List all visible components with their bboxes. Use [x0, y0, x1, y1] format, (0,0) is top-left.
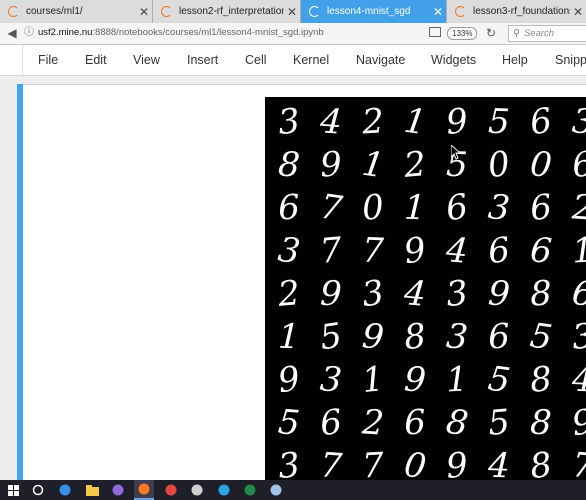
- tab-title: courses/ml1/: [26, 6, 83, 17]
- url-host: usf2.mine.nu: [38, 27, 93, 38]
- mouse-cursor-icon: [451, 145, 461, 160]
- selected-cell-indicator: [17, 84, 23, 480]
- app-icon[interactable]: [108, 480, 128, 500]
- mnist-digit: 9: [486, 273, 512, 315]
- excel-icon[interactable]: [240, 480, 260, 500]
- url-path: :8888/notebooks/courses/ml1/lesson4-mnis…: [92, 27, 324, 38]
- windows-taskbar: [0, 480, 586, 500]
- menu-cell[interactable]: Cell: [245, 45, 267, 75]
- mnist-digits-image: 3421956389125006670163623779466129343986…: [265, 97, 586, 480]
- tab-courses-ml1[interactable]: courses/ml1/ ✕: [0, 0, 153, 23]
- edge-icon[interactable]: [55, 480, 75, 500]
- jupyter-favicon-icon: [455, 6, 466, 17]
- mnist-digit: 6: [528, 230, 554, 272]
- mnist-digit: 4: [318, 101, 344, 143]
- menu-insert[interactable]: Insert: [187, 45, 218, 75]
- menu-file[interactable]: File: [38, 45, 58, 75]
- tab-lesson3-rf-foundations[interactable]: lesson3-rf_foundations ✕: [447, 0, 586, 23]
- search-icon: ⚲: [513, 28, 520, 39]
- firefox-icon[interactable]: [134, 480, 154, 500]
- mnist-digit: 6: [569, 272, 586, 316]
- tab-title: lesson2-rf_interpretation: [179, 6, 284, 17]
- mnist-digit: 3: [444, 316, 470, 358]
- zoom-level-badge[interactable]: 133%: [447, 27, 478, 40]
- menu-left-edge: [22, 45, 23, 75]
- menu-help[interactable]: Help: [502, 45, 528, 75]
- menu-navigate[interactable]: Navigate: [356, 45, 405, 75]
- tab-lesson4-mnist-sgd[interactable]: lesson4-mnist_sgd ✕: [301, 0, 447, 23]
- mnist-digit: 8: [276, 144, 302, 186]
- reader-view-icon[interactable]: [429, 27, 441, 37]
- mnist-digit: 9: [444, 445, 470, 480]
- chrome-icon[interactable]: [161, 480, 181, 500]
- mnist-digit: 3: [276, 444, 302, 480]
- site-info-icon[interactable]: ⓘ: [24, 25, 36, 41]
- mnist-digit: 2: [276, 273, 302, 315]
- mnist-digit: 9: [444, 101, 470, 143]
- menu-snippets[interactable]: Snippets: [555, 45, 586, 75]
- mnist-digit: 0: [401, 444, 429, 480]
- menu-edit[interactable]: Edit: [85, 45, 107, 75]
- close-tab-icon[interactable]: ✕: [284, 5, 300, 19]
- mnist-digit: 7: [361, 445, 385, 480]
- menu-view[interactable]: View: [133, 45, 160, 75]
- jupyter-favicon-icon: [309, 6, 320, 17]
- mnist-digit: 2: [402, 144, 428, 186]
- search-input[interactable]: ⚲ Search: [508, 25, 586, 42]
- mnist-digit: 3: [570, 316, 586, 358]
- mnist-digit: 7: [318, 445, 344, 480]
- tab-title: lesson4-mnist_sgd: [327, 6, 411, 17]
- jupyter-menu-bar: File Edit View Insert Cell Kernel Naviga…: [0, 45, 586, 76]
- cortana-icon[interactable]: [28, 480, 48, 500]
- close-tab-icon[interactable]: ✕: [430, 5, 446, 19]
- jupyter-favicon-icon: [161, 6, 172, 17]
- jupyter-favicon-icon: [8, 6, 19, 17]
- back-arrow-icon[interactable]: ◀: [4, 25, 20, 41]
- mnist-digit: 7: [318, 230, 344, 272]
- windows-start-icon[interactable]: [3, 480, 23, 500]
- mnist-digit: 4: [487, 445, 511, 480]
- notepad-icon[interactable]: [266, 480, 286, 500]
- mnist-digit: 7: [570, 445, 586, 480]
- mnist-digit: 9: [402, 359, 428, 401]
- search-placeholder: Search: [523, 28, 555, 39]
- mnist-digit: 3: [570, 101, 586, 143]
- mnist-digit: 2: [360, 402, 386, 444]
- close-tab-icon[interactable]: ✕: [136, 5, 152, 19]
- tab-lesson2-rf-interpretation[interactable]: lesson2-rf_interpretation ✕: [153, 0, 301, 23]
- mnist-digit: 8: [528, 359, 554, 401]
- browser-tab-strip: courses/ml1/ ✕ lesson2-rf_interpretation…: [0, 0, 586, 24]
- mnist-digit: 8: [527, 444, 555, 480]
- menu-widgets[interactable]: Widgets: [431, 45, 476, 75]
- mnist-digit: 4: [571, 359, 586, 401]
- menu-kernel[interactable]: Kernel: [293, 45, 329, 75]
- mnist-digit: 0: [360, 187, 386, 229]
- close-tab-icon[interactable]: ✕: [570, 5, 586, 19]
- file-explorer-icon[interactable]: [82, 480, 102, 500]
- url-bar[interactable]: usf2.mine.nu:8888/notebooks/courses/ml1/…: [38, 27, 324, 38]
- mnist-digit: 5: [486, 402, 512, 444]
- tab-title: lesson3-rf_foundations: [473, 6, 570, 17]
- browser-nav-bar: ◀ ⓘ usf2.mine.nu:8888/notebooks/courses/…: [0, 23, 586, 45]
- reload-icon[interactable]: ↻: [486, 25, 496, 41]
- skype-icon[interactable]: [214, 480, 234, 500]
- mnist-digit: 2: [570, 187, 586, 229]
- camera-icon[interactable]: [187, 480, 207, 500]
